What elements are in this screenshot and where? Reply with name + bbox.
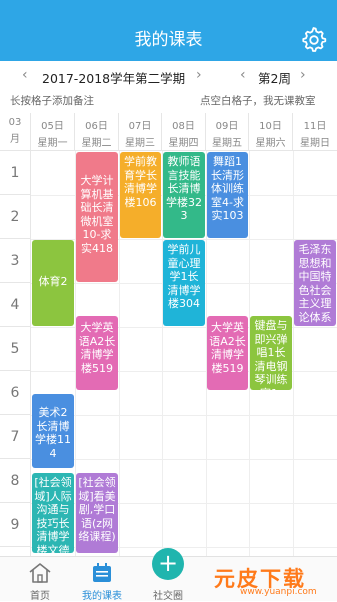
day-date: 06日 (85, 121, 108, 132)
period-number: 9 (0, 503, 31, 547)
course-block[interactable]: 大学英语A2长清博学楼519 (76, 316, 118, 390)
day-date: 07日 (128, 121, 152, 132)
day-weekday: 星期一 (37, 138, 68, 149)
next-week-chevron-icon[interactable]: › (300, 67, 306, 83)
timetable-grid: 03 月 05日 星期一 06日 星期二 07日 星期三 08日 星期四 09日… (0, 113, 337, 556)
day-weekday: 星期四 (168, 138, 199, 149)
grid-line (293, 151, 294, 556)
app-header: 我的课表 (0, 0, 337, 61)
month-unit: 月 (10, 134, 20, 145)
day-weekday: 星期三 (125, 138, 155, 149)
period-number: 5 (0, 327, 31, 371)
day-date: 05日 (41, 121, 64, 132)
day-header: 09日 星期五 (206, 113, 249, 151)
period-number: 1 (0, 151, 31, 195)
course-block[interactable]: [社会领域]人际沟通与技巧长清博学楼文德 (32, 473, 74, 553)
period-number: 10 (0, 547, 31, 556)
day-date: 10日 (259, 121, 282, 132)
prev-week-chevron-icon[interactable]: ‹ (240, 67, 246, 83)
day-header: 06日 星期二 (75, 113, 119, 151)
grid-line (31, 415, 337, 416)
watermark-url: www.yuanpi.com (240, 587, 317, 597)
month-number: 03 (8, 117, 22, 128)
day-weekday: 星期二 (81, 138, 112, 149)
course-block[interactable]: [社会领域]看美剧,学口语(z网络课程) (76, 473, 118, 553)
period-number: 6 (0, 371, 31, 415)
course-block[interactable]: 大学计算机基础长清微机室10-求实418 (76, 152, 118, 282)
course-block[interactable]: 美术2长清博学楼114 (32, 394, 74, 468)
hint-left: 长按格子添加备注 (10, 95, 94, 107)
hint-right: 点空白格子，我无课教室 (200, 95, 316, 107)
grid-line (31, 459, 337, 460)
course-block[interactable]: 键盘与即兴弹唱1长清电钢琴训练室1- (250, 316, 292, 390)
hint-bar: 长按格子添加备注 点空白格子，我无课教室 (0, 91, 337, 113)
month-header: 03 月 (0, 113, 31, 151)
watermark: 元皮下载 www.yuanpi.com (210, 563, 332, 597)
day-weekday: 星期日 (300, 138, 330, 149)
term-week-toolbar: ‹ 2017-2018学年第二学期 › ‹ 第2周 › (0, 61, 337, 91)
day-weekday: 星期五 (212, 138, 242, 149)
course-block[interactable]: 教师语言技能长清博学楼323 (163, 152, 205, 238)
period-number: 8 (0, 459, 31, 503)
course-block[interactable]: 体育2 (32, 240, 74, 326)
day-header: 10日 星期六 (249, 113, 293, 151)
term-label[interactable]: 2017-2018学年第二学期 (42, 68, 185, 87)
week-label[interactable]: 第2周 (258, 68, 291, 87)
prev-term-chevron-icon[interactable]: ‹ (22, 67, 28, 83)
day-header: 07日 星期三 (119, 113, 162, 151)
next-term-chevron-icon[interactable]: › (196, 67, 202, 83)
period-number: 7 (0, 415, 31, 459)
course-block[interactable]: 大学英语A2长清博学楼519 (207, 316, 248, 390)
period-number: 2 (0, 195, 31, 239)
day-header: 05日 星期一 (31, 113, 75, 151)
course-block[interactable]: 舞蹈1长清形体训练室4-求实103 (207, 152, 248, 238)
course-block[interactable]: 毛泽东思想和中国特色社会主义理论体系 (294, 240, 336, 326)
period-number: 3 (0, 239, 31, 283)
day-header: 11日 星期日 (293, 113, 337, 151)
gear-icon[interactable] (301, 27, 327, 53)
period-number: 4 (0, 283, 31, 327)
add-fab-button[interactable]: + (152, 548, 184, 580)
day-date: 08日 (172, 121, 195, 132)
page-title: 我的课表 (134, 30, 203, 50)
course-block[interactable]: 学前教育学长清博学楼106 (120, 152, 161, 238)
home-icon (29, 563, 51, 583)
calendar-icon (93, 563, 111, 582)
course-block[interactable]: 学前儿童心理学1长清博学楼304 (163, 240, 205, 326)
day-weekday: 星期六 (255, 138, 286, 149)
day-header: 08日 星期四 (162, 113, 206, 151)
day-date: 09日 (215, 121, 239, 132)
day-date: 11日 (303, 121, 327, 132)
